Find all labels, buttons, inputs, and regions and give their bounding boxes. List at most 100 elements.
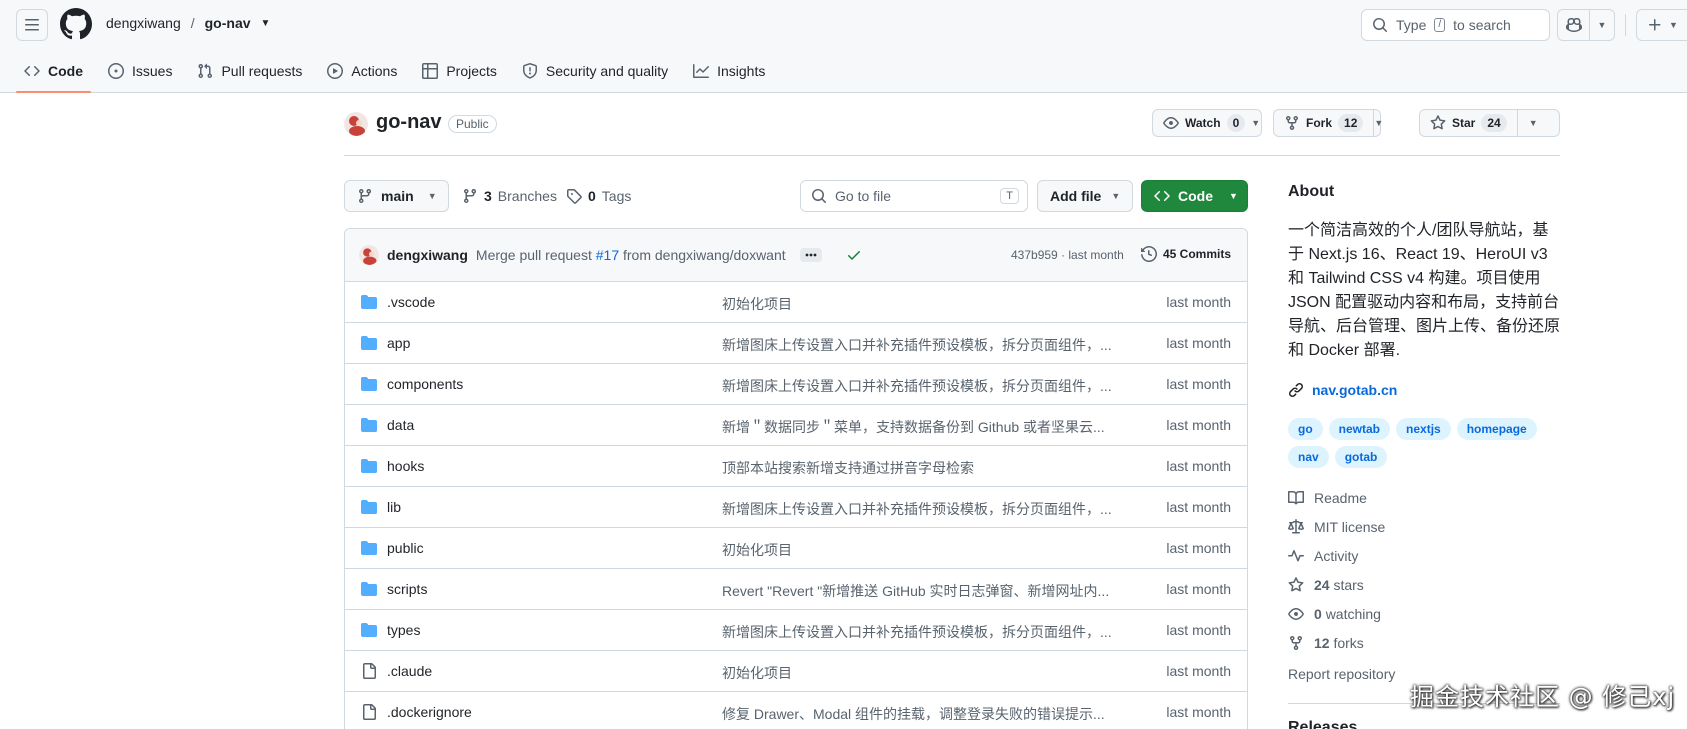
add-file-button[interactable]: Add file ▼ <box>1037 180 1133 212</box>
chevron-down-icon[interactable]: ▼ <box>1516 110 1549 136</box>
file-name[interactable]: components <box>387 376 463 392</box>
topic-tag[interactable]: gotab <box>1334 446 1388 468</box>
code-icon <box>24 65 40 76</box>
file-commit-message[interactable]: 新增图床上传设置入口并补充插件预设模板，拆分页面组件，... <box>722 622 1117 642</box>
github-logo-icon[interactable] <box>60 8 92 40</box>
topic-tag[interactable]: newtab <box>1328 418 1391 440</box>
file-commit-message[interactable]: 修复 Drawer、Modal 组件的挂载，调整登录失败的错误提示... <box>722 704 1117 724</box>
topic-tag[interactable]: homepage <box>1456 418 1537 440</box>
commit-message[interactable]: Merge pull request #17 from dengxiwang/d… <box>476 247 786 263</box>
tag-icon <box>567 189 582 204</box>
file-commit-message[interactable]: 顶部本站搜索新增支持通过拼音字母检索 <box>722 458 1117 478</box>
commits-link[interactable]: 45 Commits <box>1141 246 1231 262</box>
tab-actions[interactable]: Actions <box>319 52 405 89</box>
chevron-down-icon[interactable]: ▼ <box>261 18 271 29</box>
license-label: MIT license <box>1314 519 1386 535</box>
fork-icon <box>1286 116 1298 131</box>
topics: go newtab nextjs homepage nav gotab <box>1288 418 1560 468</box>
star-button[interactable]: Star 24 ▼ <box>1419 109 1560 137</box>
table-row[interactable]: types 新增图床上传设置入口并补充插件预设模板，拆分页面组件，... last … <box>345 610 1247 651</box>
table-row[interactable]: .dockerignore 修复 Drawer、Modal 组件的挂载，调整登录失… <box>345 692 1247 729</box>
fork-button[interactable]: Fork 12 ▼ <box>1273 109 1383 137</box>
file-name[interactable]: data <box>387 417 414 433</box>
table-row[interactable]: public 初始化项目 last month <box>345 528 1247 569</box>
table-row[interactable]: lib 新增图床上传设置入口并补充插件预设模板，拆分页面组件，... last mo… <box>345 487 1247 528</box>
tab-code[interactable]: Code <box>16 52 91 93</box>
check-icon[interactable] <box>846 247 862 263</box>
code-button[interactable]: Code ▼ <box>1141 180 1248 212</box>
homepage-link[interactable]: nav.gotab.cn <box>1288 382 1397 398</box>
tab-insights[interactable]: Insights <box>685 52 773 89</box>
tags-label: Tags <box>601 188 632 204</box>
about-heading: About <box>1288 183 1335 200</box>
table-row[interactable]: scripts Revert "Revert "新增推送 GitHub 实时日志弹… <box>345 569 1247 610</box>
activity-link[interactable]: Activity <box>1288 548 1358 564</box>
watching-link[interactable]: 0 watching <box>1288 606 1381 622</box>
tab-security[interactable]: Security and quality <box>514 52 676 89</box>
author-avatar[interactable] <box>359 245 379 265</box>
file-commit-message[interactable]: 新增图床上传设置入口并补充插件预设模板，拆分页面组件，... <box>722 376 1117 396</box>
file-name[interactable]: scripts <box>387 581 427 597</box>
topic-tag[interactable]: go <box>1288 418 1323 440</box>
file-commit-message[interactable]: 初始化项目 <box>722 294 1117 314</box>
tags-link[interactable]: 0 Tags <box>566 188 631 204</box>
pr-link[interactable]: #17 <box>596 247 619 263</box>
graph-icon <box>693 63 710 78</box>
file-commit-message[interactable]: 新增图床上传设置入口并补充插件预设模板，拆分页面组件，... <box>722 335 1117 355</box>
license-link[interactable]: MIT license <box>1288 519 1385 535</box>
file-table: dengxiwang Merge pull request #17 from d… <box>344 228 1248 729</box>
commit-sha-time[interactable]: 437b959 · last month <box>1011 248 1124 262</box>
tab-pull-requests[interactable]: Pull requests <box>189 52 310 89</box>
table-row[interactable]: .vscode 初始化项目 last month <box>345 282 1247 323</box>
chevron-down-icon[interactable]: ▼ <box>1373 110 1383 136</box>
repo-link[interactable]: go-nav <box>205 15 251 31</box>
go-to-file-input[interactable]: Go to file T <box>800 180 1028 212</box>
file-name[interactable]: app <box>387 335 410 351</box>
stars-link[interactable]: 24 stars <box>1288 577 1364 593</box>
file-commit-message[interactable]: Revert "Revert "新增推送 GitHub 实时日志弹窗、新增网址内… <box>722 581 1117 601</box>
forks-link[interactable]: 12 forks <box>1288 635 1364 651</box>
forks-count: 12 <box>1314 635 1330 651</box>
search-icon <box>1373 18 1388 33</box>
readme-link[interactable]: Readme <box>1288 490 1367 506</box>
copilot-button[interactable]: ▼ <box>1557 9 1615 41</box>
table-row[interactable]: components 新增图床上传设置入口并补充插件预设模板，拆分页面组件，...… <box>345 364 1247 405</box>
tab-projects[interactable]: Projects <box>414 52 505 89</box>
watch-button[interactable]: Watch 0 ▼ <box>1152 109 1262 137</box>
create-new-button[interactable]: ▼ <box>1636 9 1687 41</box>
menu-button[interactable] <box>16 9 48 41</box>
table-row[interactable]: hooks 顶部本站搜索新增支持通过拼音字母检索 last month <box>345 446 1247 487</box>
table-row[interactable]: .claude 初始化项目 last month <box>345 651 1247 692</box>
file-commit-time: last month <box>1166 663 1231 679</box>
table-row[interactable]: data 新增＂数据同步＂菜单，支持数据备份到 Github 或者坚果云... la… <box>345 405 1247 446</box>
file-name[interactable]: .vscode <box>387 294 435 310</box>
repo-avatar <box>344 112 368 136</box>
tags-count: 0 <box>588 188 596 204</box>
commit-author[interactable]: dengxiwang <box>387 247 468 263</box>
search-input[interactable]: Type / to search <box>1361 9 1550 41</box>
branch-selector[interactable]: main ▼ <box>344 180 449 212</box>
file-commit-message[interactable]: 新增图床上传设置入口并补充插件预设模板，拆分页面组件，... <box>722 499 1117 519</box>
file-name[interactable]: hooks <box>387 458 424 474</box>
table-row[interactable]: app 新增图床上传设置入口并补充插件预设模板，拆分页面组件，... last mo… <box>345 323 1247 364</box>
file-name[interactable]: types <box>387 622 420 638</box>
topic-tag[interactable]: nav <box>1288 446 1329 468</box>
topic-tag[interactable]: nextjs <box>1396 418 1451 440</box>
file-name[interactable]: .claude <box>387 663 432 679</box>
go-to-file-shortcut: T <box>1000 188 1019 204</box>
chevron-down-icon[interactable]: ▼ <box>1590 20 1614 30</box>
file-commit-message[interactable]: 初始化项目 <box>722 663 1117 683</box>
file-commit-message[interactable]: 初始化项目 <box>722 540 1117 560</box>
file-name[interactable]: lib <box>387 499 401 515</box>
file-commit-time: last month <box>1166 417 1231 433</box>
file-commit-message[interactable]: 新增＂数据同步＂菜单，支持数据备份到 Github 或者坚果云... <box>722 417 1117 437</box>
branches-link[interactable]: 3 Branches <box>462 188 557 204</box>
owner-link[interactable]: dengxiwang <box>106 15 181 31</box>
file-name[interactable]: public <box>387 540 424 556</box>
tab-issues[interactable]: Issues <box>100 52 180 89</box>
file-name[interactable]: .dockerignore <box>387 704 472 720</box>
ellipsis-button[interactable] <box>799 248 822 262</box>
repo-title[interactable]: go-nav <box>376 111 442 134</box>
fork-icon <box>1290 636 1302 651</box>
report-repository-link[interactable]: Report repository <box>1288 666 1395 682</box>
